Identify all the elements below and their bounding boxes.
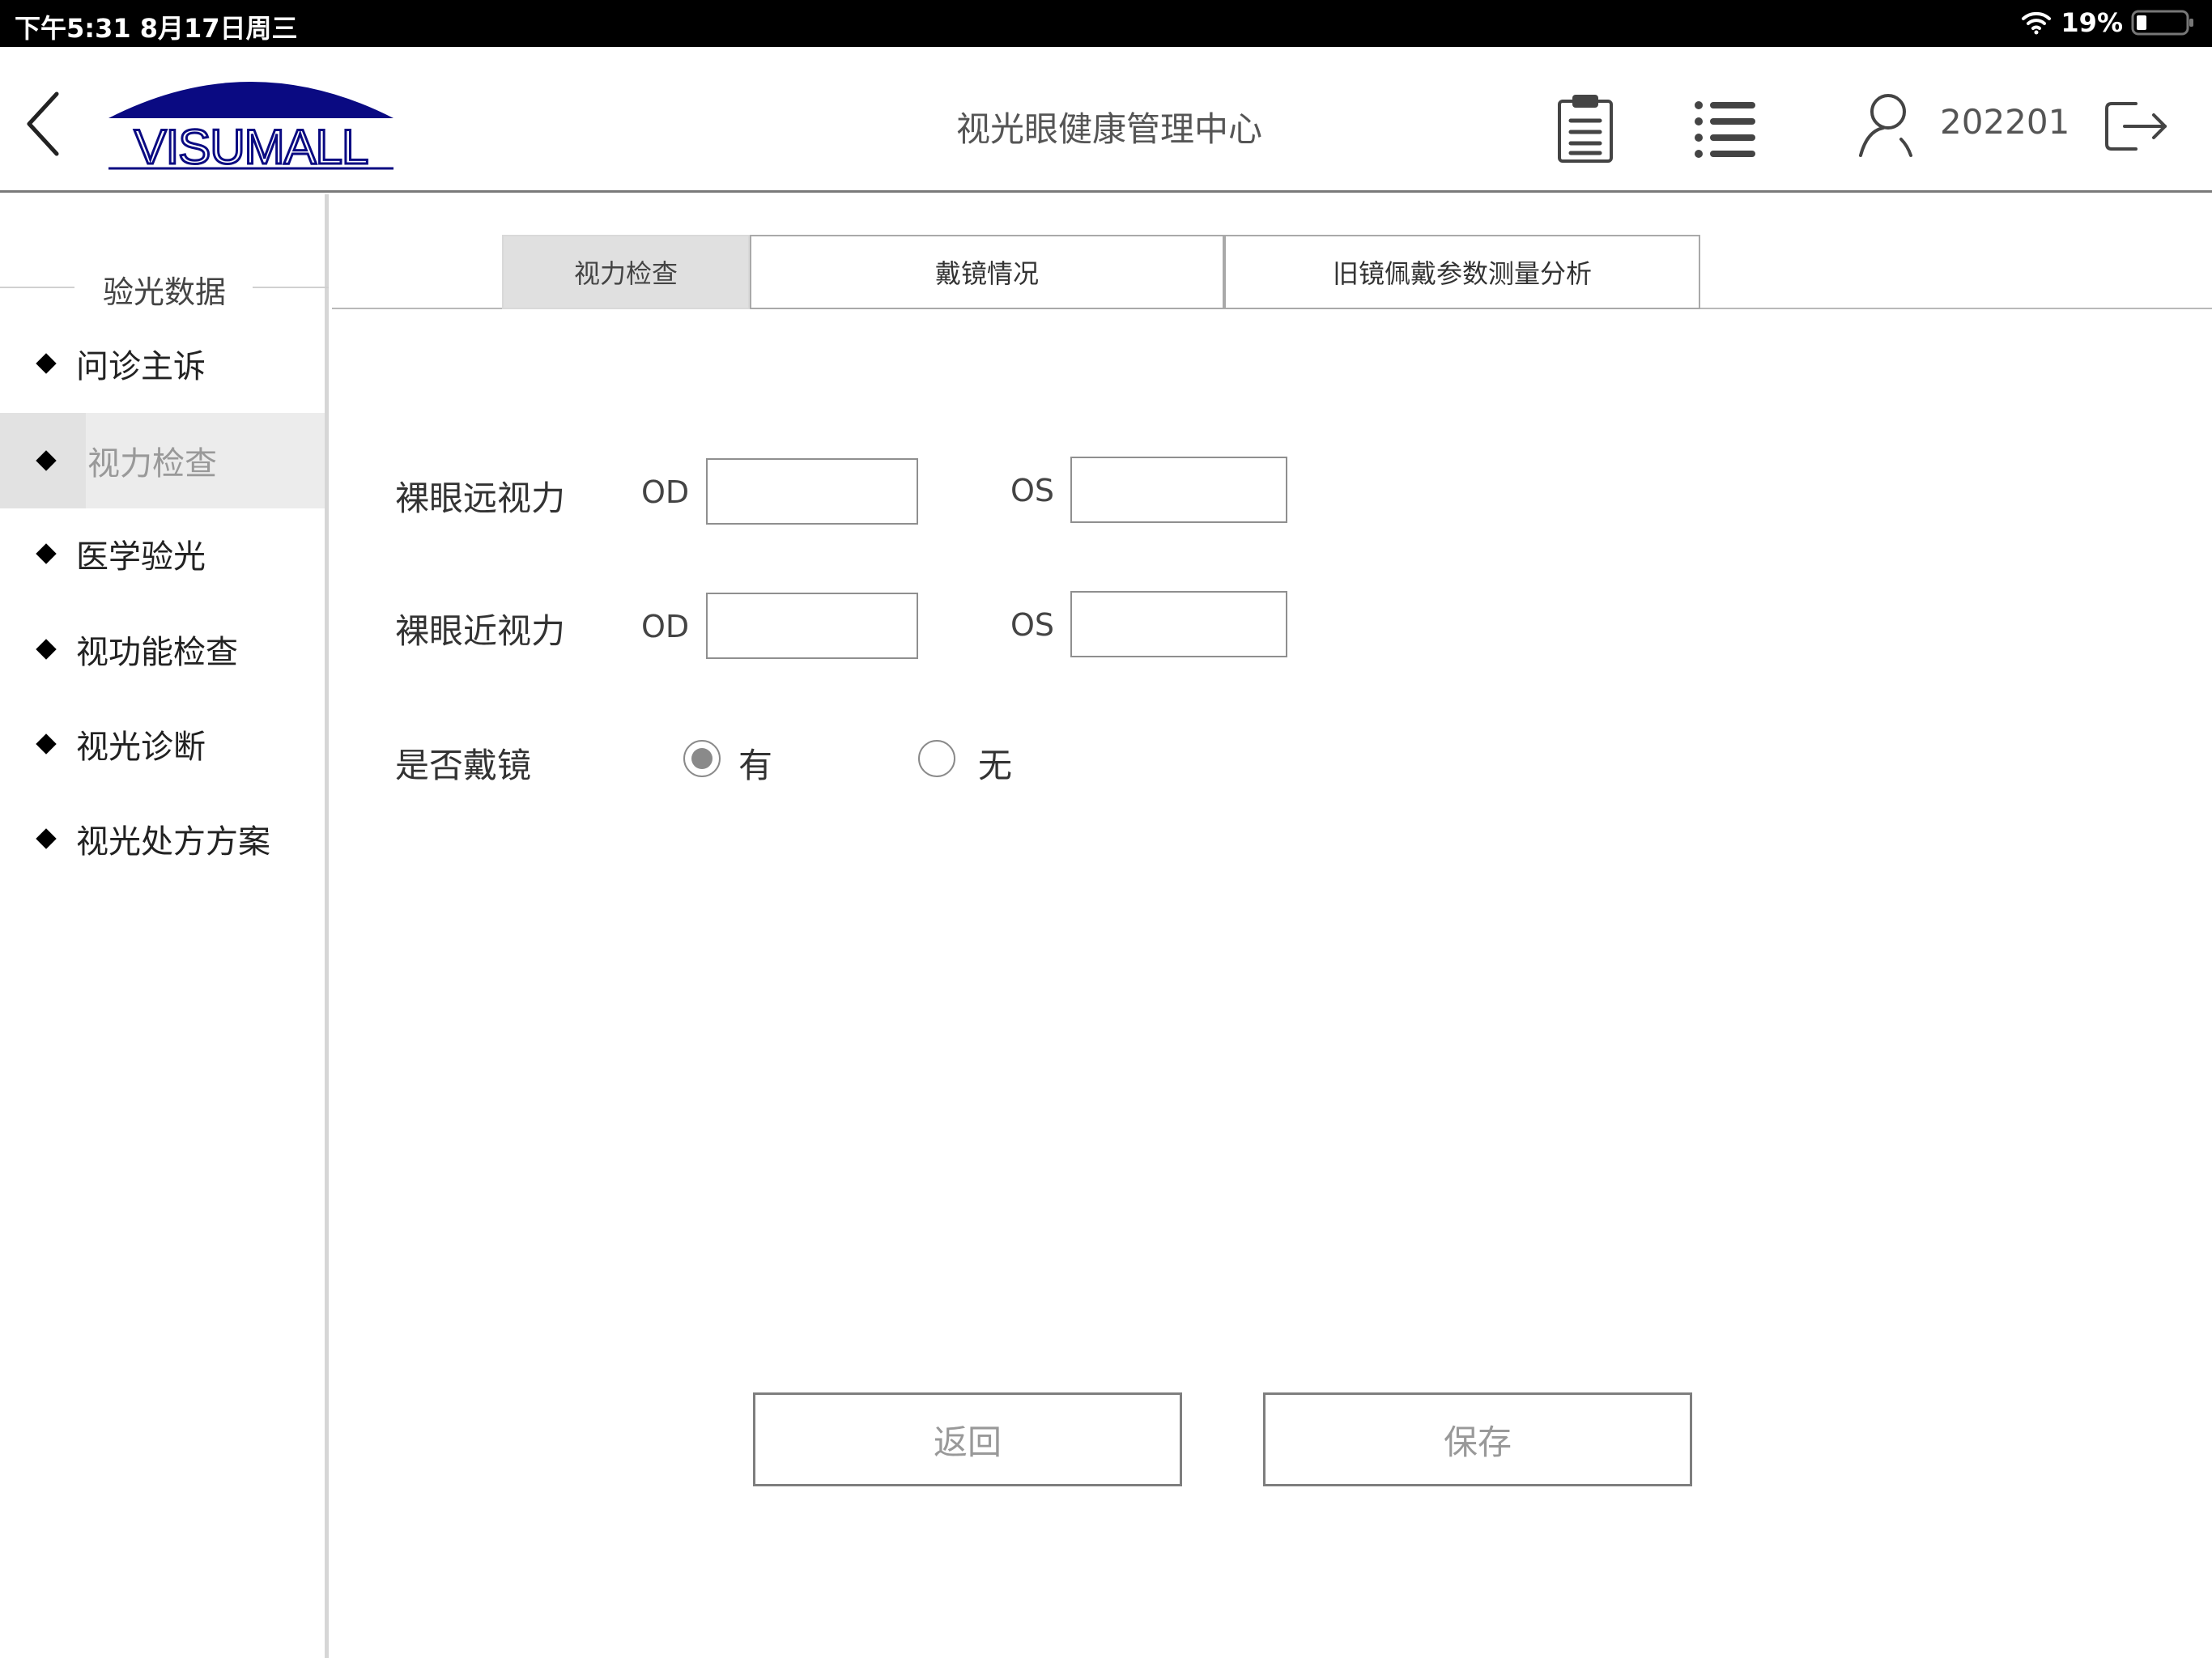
list-icon[interactable]	[1692, 96, 1757, 160]
diamond-bullet-icon	[36, 353, 57, 374]
sidebar-item-label: 医学验光	[76, 538, 206, 576]
back-button[interactable]: 返回	[753, 1392, 1182, 1486]
sidebar-item-label: 视光处方方案	[76, 823, 270, 861]
tab-old-glasses-analysis[interactable]: 旧镜佩戴参数测量分析	[1224, 235, 1700, 309]
radio-no[interactable]	[918, 740, 955, 777]
near-vision-label: 裸眼近视力	[395, 611, 566, 651]
clipboard-icon[interactable]	[1553, 91, 1618, 164]
sidebar-item-visual-function[interactable]: 视功能检查	[0, 602, 325, 697]
sidebar-heading: 验光数据	[102, 274, 226, 310]
sidebar-item-vision-test[interactable]: 视力检查	[0, 413, 325, 508]
near-os-label: OS	[1010, 607, 1055, 643]
logout-icon[interactable]	[2104, 94, 2170, 159]
page-title: 视光眼健康管理中心	[955, 109, 1262, 149]
diamond-bullet-icon	[36, 543, 57, 564]
battery-icon	[2131, 10, 2193, 36]
sidebar-item-diagnosis[interactable]: 视光诊断	[0, 696, 325, 792]
logo: VISUMALL	[108, 82, 393, 170]
sidebar-item-consultation[interactable]: 问诊主诉	[0, 316, 325, 411]
wears-glasses-label: 是否戴镜	[395, 746, 532, 785]
sidebar-item-medical-optometry[interactable]: 医学验光	[0, 506, 325, 602]
far-os-label: OS	[1010, 473, 1055, 508]
diamond-bullet-icon	[36, 450, 57, 471]
sidebar-item-prescription[interactable]: 视光处方方案	[0, 791, 325, 886]
app-header: VISUMALL 视光眼健康管理中心 202201	[0, 47, 2212, 193]
battery-percent: 19%	[2061, 7, 2123, 38]
far-od-label: OD	[641, 474, 690, 510]
sidebar-item-label: 视光诊断	[76, 729, 206, 766]
user-icon[interactable]	[1854, 89, 1919, 159]
far-od-input[interactable]	[706, 458, 918, 525]
near-od-label: OD	[641, 609, 690, 644]
user-id: 202201	[1940, 102, 2070, 142]
diamond-bullet-icon	[36, 828, 57, 849]
far-vision-label: 裸眼远视力	[395, 478, 566, 518]
radio-no-label: 无	[978, 746, 1013, 785]
sidebar-item-label: 视功能检查	[76, 634, 238, 671]
radio-yes-label: 有	[738, 746, 773, 785]
sidebar-heading-divider-right	[253, 287, 329, 288]
sidebar: 验光数据 问诊主诉 视力检查 医学验光 视功能检查 视光诊断 视光处方方案	[0, 194, 329, 1658]
far-os-input[interactable]	[1070, 457, 1287, 523]
wifi-icon	[2022, 11, 2052, 35]
tab-vision-test[interactable]: 视力检查	[502, 235, 750, 309]
status-bar: 下午5:31 8月17日周三 19%	[0, 0, 2212, 47]
sidebar-item-label: 问诊主诉	[76, 348, 206, 385]
sidebar-item-label: 视力检查	[87, 445, 217, 483]
near-od-input[interactable]	[706, 593, 918, 659]
svg-text:VISUMALL: VISUMALL	[134, 120, 368, 170]
diamond-bullet-icon	[36, 733, 57, 755]
near-os-input[interactable]	[1070, 591, 1287, 657]
save-button[interactable]: 保存	[1263, 1392, 1692, 1486]
status-time: 下午5:31 8月17日周三	[15, 13, 298, 44]
diamond-bullet-icon	[36, 639, 57, 660]
radio-yes[interactable]	[683, 740, 721, 777]
back-chevron-icon[interactable]	[23, 87, 63, 160]
status-right: 19%	[2020, 6, 2196, 39]
tab-glasses-status[interactable]: 戴镜情况	[750, 235, 1224, 309]
